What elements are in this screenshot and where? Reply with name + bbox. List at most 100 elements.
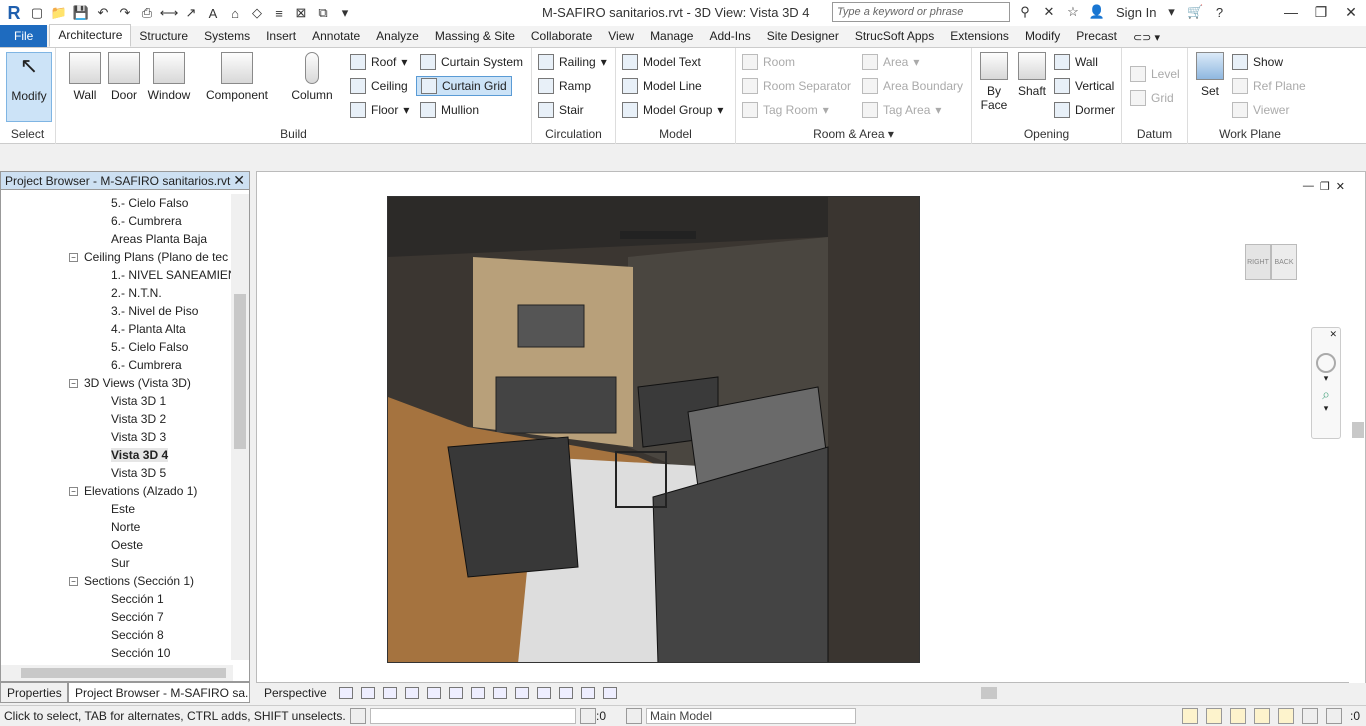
viewcube-right-face[interactable]: RIGHT [1245, 244, 1271, 280]
tab-site-designer[interactable]: Site Designer [759, 26, 847, 47]
column-button[interactable]: Column [286, 52, 338, 102]
by-face-button[interactable]: By Face [976, 52, 1012, 112]
browser-vertical-scrollbar[interactable] [231, 194, 249, 660]
tree-view-item[interactable]: Norte [1, 518, 231, 536]
room-separator-button[interactable]: Room Separator [742, 76, 851, 96]
scroll-thumb[interactable] [234, 294, 246, 449]
chevron-down-icon[interactable]: ▾ [1312, 403, 1340, 414]
tab-file[interactable]: File [0, 25, 48, 47]
collapse-icon[interactable]: − [69, 378, 78, 388]
worksharing-icon[interactable] [558, 687, 573, 699]
tree-view-item[interactable]: 5.- Cielo Falso [1, 194, 231, 212]
area-button[interactable]: Area ▾ [862, 52, 919, 72]
filter-icon[interactable] [1325, 708, 1342, 724]
room-button[interactable]: Room [742, 52, 795, 72]
detail-level-icon[interactable] [338, 687, 353, 699]
tree-view-item[interactable]: Oeste [1, 536, 231, 554]
redo-icon[interactable]: ↷ [116, 4, 134, 22]
grid-button[interactable]: Grid [1130, 88, 1174, 108]
workset-dropdown[interactable] [370, 708, 576, 724]
set-button[interactable]: Set [1192, 52, 1228, 98]
curtain-system-button[interactable]: Curtain System [420, 52, 523, 72]
open-icon[interactable]: 📁 [50, 4, 68, 22]
user-icon[interactable]: 👤 [1088, 3, 1106, 21]
3d-view-icon[interactable]: ⌂ [226, 4, 244, 22]
browser-horizontal-scrollbar[interactable] [1, 665, 233, 681]
design-option-dropdown[interactable]: Main Model [646, 708, 857, 724]
show-crop-icon[interactable] [470, 687, 485, 699]
door-button[interactable]: Door [102, 52, 146, 102]
tree-view-item[interactable]: Vista 3D 3 [1, 428, 231, 446]
select-links-icon[interactable] [1181, 708, 1198, 724]
close-icon[interactable]: ✕ [1312, 328, 1340, 341]
print-icon[interactable]: ⎙ [138, 4, 156, 22]
tab-insert[interactable]: Insert [258, 26, 304, 47]
switch-windows-icon[interactable]: ⧉ [314, 4, 332, 22]
tab-annotate[interactable]: Annotate [304, 26, 368, 47]
tag-area-button[interactable]: Tag Area ▾ [862, 100, 941, 120]
tab-systems[interactable]: Systems [196, 26, 258, 47]
select-underlay-icon[interactable] [1205, 708, 1222, 724]
rendered-scene[interactable] [387, 196, 920, 663]
new-icon[interactable]: ▢ [28, 4, 46, 22]
tab-collaborate[interactable]: Collaborate [523, 26, 600, 47]
subscription-icon[interactable]: ✕ [1040, 3, 1058, 21]
close-icon[interactable]: ✕ [1336, 180, 1345, 193]
drag-on-selection-icon[interactable] [1277, 708, 1294, 724]
zoom-icon[interactable]: ⌕ [1312, 386, 1340, 403]
tab-extensions[interactable]: Extensions [942, 26, 1017, 47]
level-button[interactable]: Level [1130, 64, 1180, 84]
reveal-hidden-icon[interactable] [536, 687, 551, 699]
analytical-model-icon[interactable] [580, 687, 595, 699]
tree-view-item[interactable]: Vista 3D 5 [1, 464, 231, 482]
steering-wheel-icon[interactable] [1316, 353, 1336, 373]
view-scale[interactable]: Perspective [256, 686, 335, 700]
stair-button[interactable]: Stair [538, 100, 584, 120]
floor-button[interactable]: Floor ▾ [350, 100, 409, 120]
ramp-button[interactable]: Ramp [538, 76, 591, 96]
tree-view-item[interactable]: Este [1, 500, 231, 518]
tree-group-item[interactable]: − Ceiling Plans (Plano de tec [1, 248, 231, 266]
view-cube[interactable]: RIGHT BACK [1245, 244, 1297, 288]
render-icon[interactable] [426, 687, 441, 699]
railing-button[interactable]: Railing ▾ [538, 52, 607, 72]
scroll-thumb[interactable] [1352, 422, 1364, 438]
mullion-button[interactable]: Mullion [420, 100, 479, 120]
tree-group-item[interactable]: − Sections (Sección 1) [1, 572, 231, 590]
model-text-button[interactable]: Model Text [622, 52, 701, 72]
revit-logo-icon[interactable]: R [4, 3, 24, 23]
tree-view-item[interactable]: 6.- Cumbrera [1, 356, 231, 374]
background-processes-icon[interactable] [1301, 708, 1318, 724]
tree-view-item[interactable]: Vista 3D 1 [1, 392, 231, 410]
viewcube-back-face[interactable]: BACK [1271, 244, 1297, 280]
window-button[interactable]: Window [144, 52, 194, 102]
shadows-icon[interactable] [404, 687, 419, 699]
star-icon[interactable]: ☆ [1064, 3, 1082, 21]
tree-view-item[interactable]: Sección 8 [1, 626, 231, 644]
ref-plane-button[interactable]: Ref Plane [1232, 76, 1306, 96]
customize-qat-icon[interactable]: ▾ [336, 4, 354, 22]
binoculars-icon[interactable]: ⚲ [1016, 3, 1034, 21]
sign-in-link[interactable]: Sign In [1116, 5, 1156, 20]
view-horizontal-scrollbar[interactable] [636, 687, 1336, 699]
design-options-icon[interactable] [626, 708, 643, 724]
dimension-icon[interactable]: ↗ [182, 4, 200, 22]
lock-view-icon[interactable] [492, 687, 507, 699]
close-icon[interactable]: ✕ [233, 172, 245, 189]
roof-button[interactable]: Roof ▾ [350, 52, 407, 72]
text-icon[interactable]: A [204, 4, 222, 22]
select-by-face-icon[interactable] [1253, 708, 1270, 724]
chevron-down-icon[interactable]: ▾ [1312, 373, 1340, 384]
temp-hide-icon[interactable] [514, 687, 529, 699]
ceiling-button[interactable]: Ceiling [350, 76, 408, 96]
scroll-thumb[interactable] [981, 687, 997, 699]
tree-view-item[interactable]: Vista 3D 2 [1, 410, 231, 428]
sun-path-icon[interactable] [382, 687, 397, 699]
worksets-icon[interactable] [350, 708, 366, 724]
search-input[interactable]: Type a keyword or phrase [832, 2, 1010, 22]
area-boundary-button[interactable]: Area Boundary [862, 76, 963, 96]
tab-project-browser[interactable]: Project Browser - M-SAFIRO sa... [68, 682, 250, 703]
save-icon[interactable]: 💾 [72, 4, 90, 22]
tree-view-item[interactable]: 4.- Planta Alta [1, 320, 231, 338]
shaft-button[interactable]: Shaft [1014, 52, 1050, 98]
